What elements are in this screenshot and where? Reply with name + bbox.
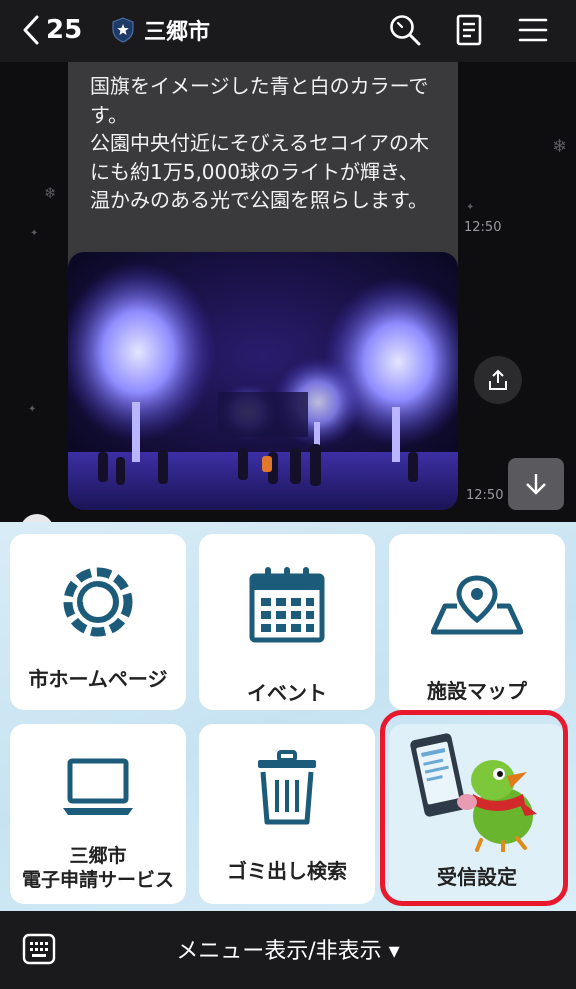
snowflake-icon: ✦ <box>466 202 475 213</box>
avatar <box>20 514 54 522</box>
snowflake-icon: ✦ <box>30 228 39 239</box>
menu-toggle-button[interactable]: メニュー表示/非表示 ▾ <box>0 933 576 965</box>
menu-item-garbage-search[interactable]: ゴミ出し検索 <box>199 724 375 904</box>
menu-item-label: ゴミ出し検索 <box>227 859 347 883</box>
arrow-down-icon <box>526 474 546 495</box>
message-timestamp: 12:50 <box>464 220 502 235</box>
back-button[interactable]: 25 <box>20 14 82 46</box>
search-icon <box>390 15 421 46</box>
highlight-frame <box>380 710 568 906</box>
chat-area[interactable]: ❄ ❄ ✦ ✦ ✦ 国旗をイメージした青と白のカラーです。 公園中央付近にそびえ… <box>0 62 576 522</box>
menu-item-label: イベント <box>247 681 327 705</box>
menu-button[interactable] <box>516 13 550 47</box>
chevron-left-icon <box>23 15 39 45</box>
page-title: 三郷市 <box>144 20 211 45</box>
message-text: 国旗をイメージした青と白のカラーです。 公園中央付近にそびえるセコイアの木にも約… <box>90 74 429 212</box>
laptop-icon <box>63 758 133 815</box>
menu-item-facility-map[interactable]: 施設マップ <box>389 534 565 710</box>
snowflake-icon: ✦ <box>28 404 37 415</box>
illuminated-trees-photo[interactable] <box>68 252 458 510</box>
menu-item-e-application[interactable]: 三郷市 電子申請サービス <box>10 724 186 904</box>
share-button[interactable] <box>474 356 522 404</box>
scroll-down-button[interactable] <box>508 458 564 510</box>
rich-menu: 市ホームページ イベント 施設マップ 三郷市 電子申請サービス ゴミ出し検索 受… <box>0 522 576 911</box>
map-pin-icon <box>431 575 523 635</box>
account-title[interactable]: 三郷市 <box>112 14 210 46</box>
menu-item-label: 市ホームページ <box>28 667 168 691</box>
menu-item-label: 施設マップ <box>427 679 527 703</box>
menu-item-label-line2: 電子申請サービス <box>21 869 174 891</box>
menu-footer: メニュー表示/非表示 ▾ <box>0 911 576 989</box>
snowflake-icon: ❄ <box>552 136 568 157</box>
city-emblem-icon <box>63 567 133 637</box>
share-icon <box>489 369 507 390</box>
menu-item-event[interactable]: イベント <box>199 534 375 710</box>
menu-item-homepage[interactable]: 市ホームページ <box>10 534 186 710</box>
menu-item-label-line1: 三郷市 <box>69 845 127 867</box>
note-icon <box>456 14 482 46</box>
note-button[interactable] <box>452 13 486 47</box>
shield-star-icon <box>112 17 134 43</box>
search-button[interactable] <box>388 13 422 47</box>
illumination-image <box>68 252 458 510</box>
snowflake-icon: ❄ <box>44 184 57 202</box>
trash-icon <box>258 750 316 825</box>
unread-count: 25 <box>46 15 83 45</box>
chat-header: 25 三郷市 <box>0 0 576 62</box>
menu-icon <box>518 18 548 42</box>
photo-timestamp: 12:50 <box>466 488 504 503</box>
calendar-icon <box>249 567 325 643</box>
